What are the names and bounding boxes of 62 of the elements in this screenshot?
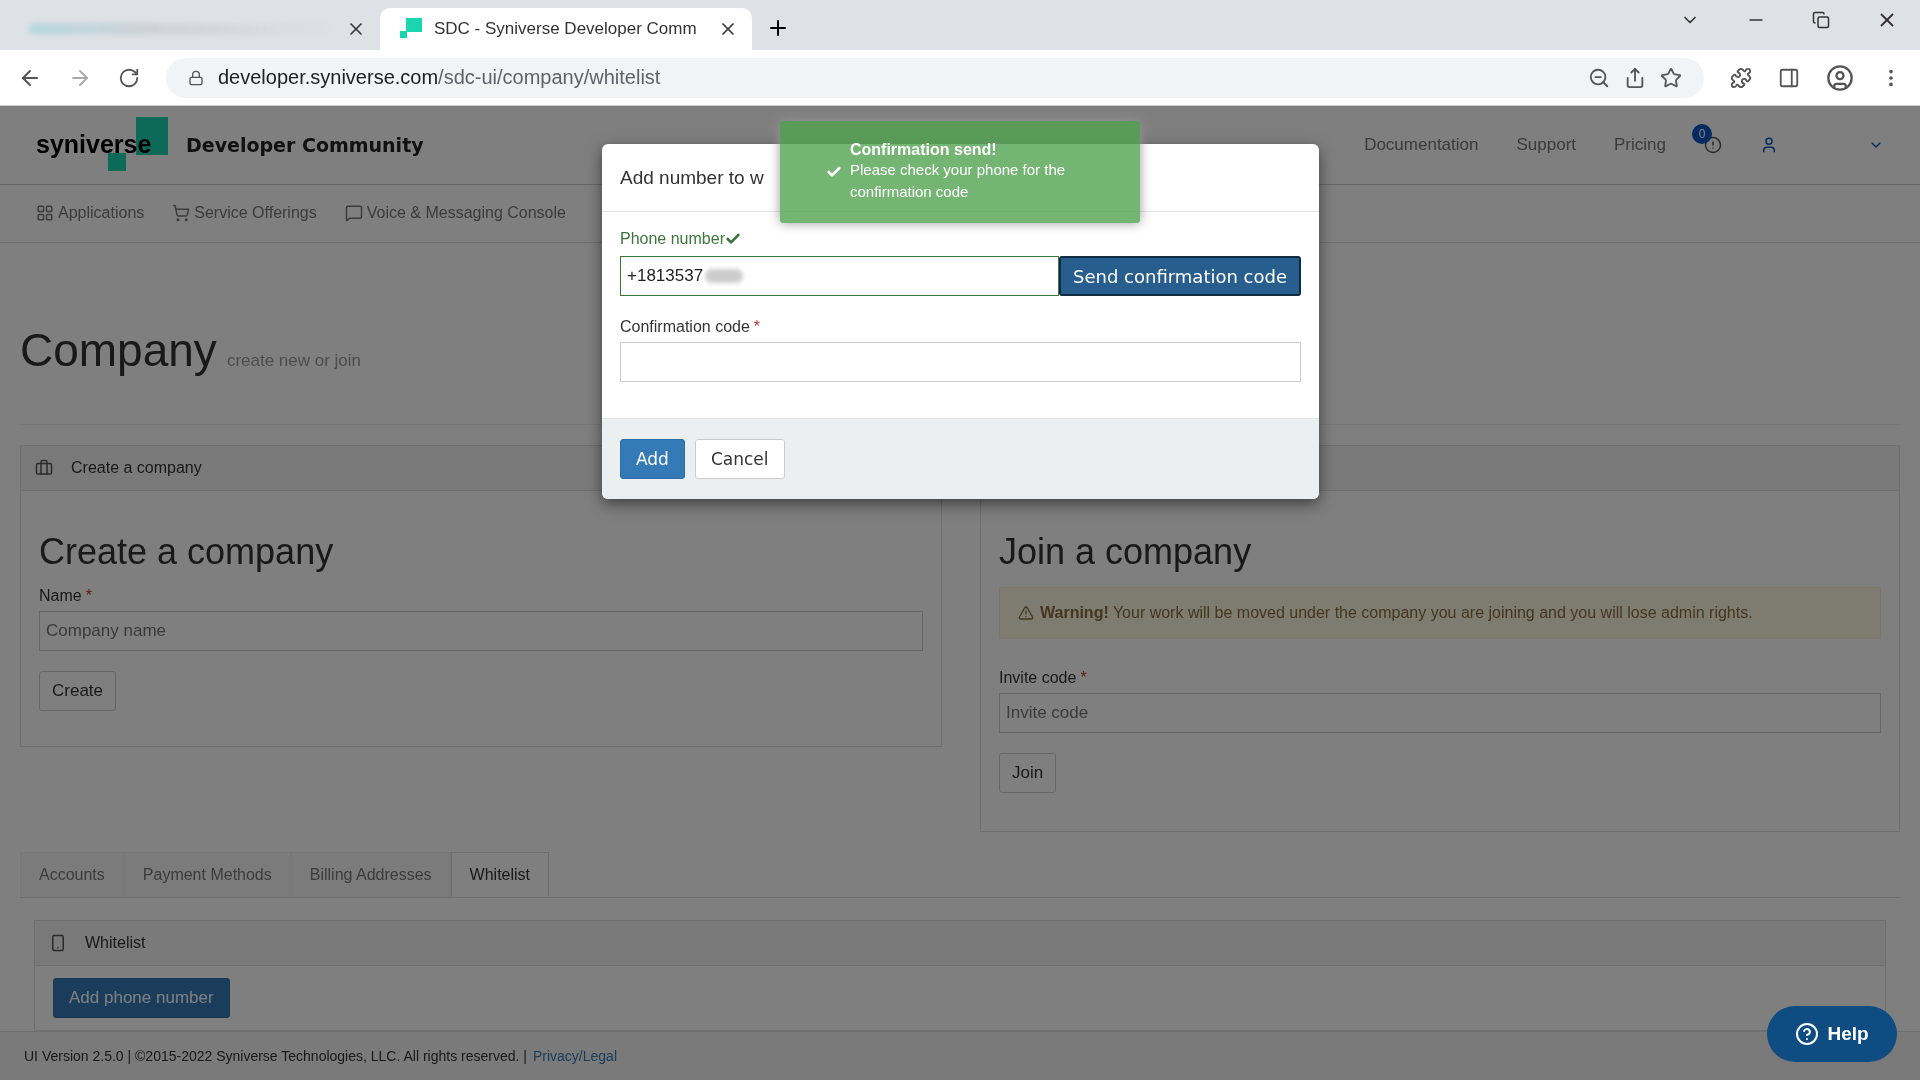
toast-title: Confirmation send! <box>850 141 998 159</box>
panel-title: Join a company <box>999 531 1253 574</box>
star-icon[interactable] <box>1660 66 1682 89</box>
company-name-field[interactable]: Company name <box>39 611 923 652</box>
puzzle-icon[interactable] <box>1730 66 1752 89</box>
confirmation-code-field[interactable] <box>620 342 1301 382</box>
alert-icon[interactable] <box>1704 135 1722 154</box>
field-label: Confirmation code * <box>620 318 762 336</box>
field-label: Invite code * <box>999 669 1088 688</box>
restore-icon[interactable] <box>1812 11 1830 29</box>
warning-icon <box>1018 605 1034 622</box>
lock-icon <box>188 69 204 86</box>
field-label: Name * <box>39 587 93 606</box>
nav-link[interactable]: Voice & Messaging Console <box>344 204 566 223</box>
grid-icon <box>36 204 54 223</box>
tab[interactable]: Billing Addresses <box>290 852 451 898</box>
cart-icon <box>172 204 191 223</box>
logo-icon <box>400 18 422 40</box>
modal-title: Add number to w <box>620 166 764 189</box>
panel-title: Create a company <box>39 531 335 574</box>
phone-field[interactable]: +1813537 <box>620 256 1059 296</box>
briefcase-icon <box>35 459 53 478</box>
add-button[interactable]: Add <box>620 439 685 479</box>
join-button[interactable]: Join <box>999 753 1057 794</box>
address-bar[interactable]: developer.syniverse.com/sdc-ui/company/whitelist <box>166 57 1704 98</box>
header-link[interactable]: Documentation <box>1364 134 1479 155</box>
page-title: Company <box>20 323 217 378</box>
share-icon[interactable] <box>1624 66 1646 89</box>
create-button[interactable]: Create <box>39 671 117 712</box>
panel-heading: Create a company <box>71 459 202 478</box>
warning-text: Warning! Your work will be moved under the company you are joining and you will lose admin rights. <box>1040 604 1753 623</box>
nav-link[interactable]: Service Offerings <box>172 204 317 223</box>
site-title: Developer Community <box>186 133 424 156</box>
invite-code-field[interactable]: Invite code <box>999 693 1881 734</box>
chat-icon <box>344 204 363 223</box>
privacy-link[interactable]: Privacy/Legal <box>532 1048 617 1065</box>
tab[interactable]: Whitelist <box>450 852 550 898</box>
notification-count: 0 <box>1692 123 1712 144</box>
phone-icon <box>49 934 67 953</box>
tab[interactable]: Payment Methods <box>123 852 291 898</box>
header-link[interactable]: Support <box>1516 134 1577 155</box>
check-icon <box>724 231 741 247</box>
footer-text: UI Version 2.5.0 | ©2015-2022 Syniverse Technologies, LLC. All rights reserved. | <box>24 1048 527 1065</box>
tab-title: SDC - Syniverse Developer Comm <box>434 19 698 39</box>
send-code-button[interactable]: Send confirmation code <box>1059 256 1301 296</box>
reload-icon[interactable] <box>118 66 140 89</box>
nav-link[interactable]: Applications <box>36 204 145 223</box>
toast-message: Please check your phone for the confirmation code <box>850 160 1067 202</box>
help-icon <box>1795 1022 1820 1046</box>
add-phone-button[interactable]: Add phone number <box>53 978 230 1019</box>
header-link[interactable]: Pricing <box>1614 134 1666 155</box>
profile-icon[interactable] <box>1826 63 1854 92</box>
panel-heading: Whitelist <box>85 934 146 953</box>
user-icon[interactable] <box>1760 135 1778 154</box>
side-panel-icon[interactable] <box>1778 66 1800 89</box>
zoom-out-icon[interactable] <box>1588 66 1610 89</box>
browser-tab[interactable]: SDC - Syniverse Developer Comm <box>380 8 752 50</box>
tab[interactable]: Accounts <box>20 852 124 898</box>
cancel-button[interactable]: Cancel <box>694 439 785 479</box>
phone-label: Phone number <box>620 230 1301 248</box>
help-button[interactable]: Help <box>1767 1006 1897 1062</box>
url-text: developer.syniverse.com/sdc-ui/company/whitelist <box>218 66 661 89</box>
